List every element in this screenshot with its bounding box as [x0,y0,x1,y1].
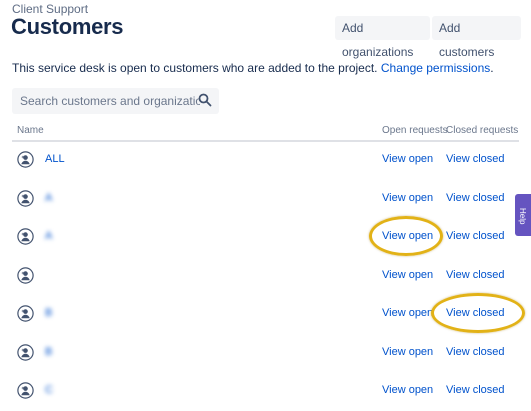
view-closed-link[interactable]: View closed [446,346,505,358]
search-icon[interactable] [198,93,212,107]
highlight-circle-closed [431,293,525,333]
view-open-link[interactable]: View open [382,269,433,281]
info-text: This service desk is open to customers w… [12,61,378,75]
view-closed-link[interactable]: View closed [446,230,505,242]
info-suffix: . [490,61,494,75]
view-closed-link[interactable]: View closed [446,269,505,281]
customer-group-icon [17,228,34,245]
customer-group-icon [17,189,34,207]
customer-group-icon [17,343,34,361]
view-closed-link[interactable]: View closed [446,153,505,165]
search-box[interactable] [12,88,219,114]
table-row: ALL View open View closed [0,141,531,180]
column-header-name: Name [17,125,44,136]
customer-group-icon [17,305,34,322]
table-row: A View open View closed [0,218,531,257]
add-organizations-button[interactable]: Add organizations [335,16,430,59]
customer-name-link[interactable]: A [45,192,52,204]
help-tab[interactable]: Help [515,194,531,236]
table-row: B View open View closed [0,334,531,373]
customer-name-link[interactable]: B [45,307,52,319]
highlight-circle-open [369,216,443,256]
column-header-closed-requests: Closed requests [446,125,519,136]
table-row: A View open View closed [0,180,531,219]
help-tab-label: Help [518,208,527,225]
customer-name-link[interactable]: ALL [45,153,65,165]
page-title: Customers [11,14,124,39]
view-open-link[interactable]: View open [382,192,433,204]
view-open-link[interactable]: View open [382,346,433,358]
column-header-open-requests: Open requests [382,125,448,136]
customer-group-icon [17,151,34,168]
change-permissions-link[interactable]: Change permissions [381,61,490,75]
customer-name-link[interactable]: B [45,346,52,358]
customer-list: ALL View open View closed A View open View cl… [0,141,531,411]
customer-group-icon [17,266,34,284]
search-input[interactable] [12,88,200,114]
view-open-link[interactable]: View open [382,153,433,165]
service-desk-info: This service desk is open to customers w… [12,61,494,75]
view-open-link[interactable]: View open [382,384,433,396]
add-customers-button[interactable]: Add customers [432,16,521,59]
view-open-link[interactable]: View open [382,307,433,319]
table-row: View open View closed [0,257,531,296]
customer-group-icon [17,382,34,399]
view-closed-link[interactable]: View closed [446,192,505,204]
customer-name-link[interactable]: C [45,384,53,396]
view-closed-link[interactable]: View closed [446,384,505,396]
customer-name-link[interactable]: A [45,230,52,242]
